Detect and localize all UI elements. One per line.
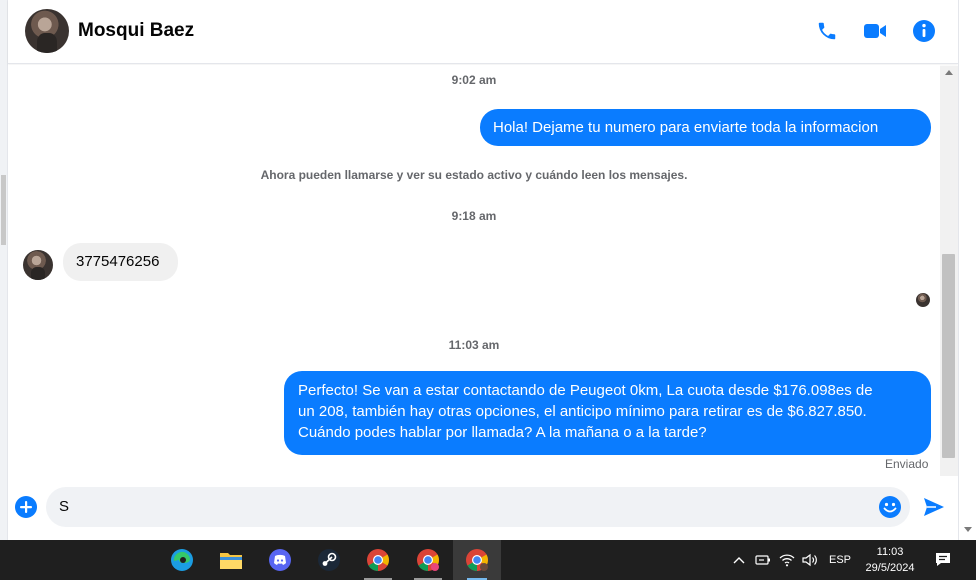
wifi-icon: [779, 554, 795, 567]
taskbar-steam[interactable]: [305, 540, 353, 580]
tray-show-hidden[interactable]: [728, 540, 750, 580]
timestamp: 9:18 am: [451, 209, 497, 223]
speaker-icon: [802, 553, 817, 567]
more-actions-button[interactable]: [15, 496, 37, 518]
chat-header: Mosqui Baez: [8, 0, 958, 64]
taskbar-file-explorer[interactable]: [207, 540, 255, 580]
message-line: Cuándo podes hablar por llamada? A la ma…: [298, 424, 707, 441]
notification-icon: [936, 553, 950, 566]
timestamp: 11:03 am: [448, 338, 500, 352]
chrome-icon: [367, 549, 389, 571]
messenger-window: Mosqui Baez 9:02 am Hola! Dejame tu nume…: [0, 0, 976, 580]
outgoing-message[interactable]: Hola! Dejame tu numero para enviarte tod…: [480, 109, 931, 146]
tray-clock[interactable]: 11:03 29/5/2024: [852, 544, 928, 576]
taskbar-edge[interactable]: [158, 540, 206, 580]
message-line: un 208, también hay otras opciones, el a…: [298, 403, 867, 420]
emoji-icon: [883, 502, 897, 513]
scroll-down-arrow-icon[interactable]: [964, 527, 972, 532]
system-notice: Ahora pueden llamarse y ver su estado ac…: [260, 168, 688, 182]
battery-plug-icon: [755, 555, 770, 565]
send-button[interactable]: [922, 495, 946, 519]
phone-icon: [818, 22, 836, 40]
phone-call-button[interactable]: [814, 18, 840, 44]
contact-avatar[interactable]: [25, 9, 69, 53]
windows-taskbar: ESP 11:03 29/5/2024: [0, 540, 976, 580]
message-list[interactable]: 9:02 am Hola! Dejame tu numero para envi…: [8, 65, 940, 475]
timestamp: 9:02 am: [451, 73, 497, 87]
message-line: Perfecto! Se van a estar contactando de …: [298, 382, 873, 399]
plus-icon: [20, 501, 32, 513]
delivery-status: Enviado: [885, 457, 929, 471]
discord-icon: [269, 549, 291, 571]
message-scrollbar[interactable]: [940, 66, 958, 476]
contact-avatar-small[interactable]: [23, 250, 53, 280]
info-icon: [913, 20, 935, 42]
background-page-edge: [0, 0, 8, 540]
message-input-text: S: [59, 498, 70, 515]
contact-name[interactable]: Mosqui Baez: [78, 20, 194, 42]
video-call-button[interactable]: [862, 18, 888, 44]
taskbar-chrome-1[interactable]: [354, 540, 402, 580]
send-icon: [924, 498, 944, 516]
steam-icon: [318, 549, 340, 571]
tray-notifications[interactable]: [930, 540, 956, 580]
tray-battery[interactable]: [752, 540, 774, 580]
chevron-up-icon: [733, 557, 745, 564]
taskbar-discord[interactable]: [256, 540, 304, 580]
background-scrollbar-thumb[interactable]: [1, 175, 6, 245]
video-icon: [864, 24, 886, 38]
chrome-icon: [417, 549, 439, 571]
chrome-icon: [466, 549, 488, 571]
file-explorer-icon: [220, 553, 242, 569]
tray-volume[interactable]: [799, 540, 821, 580]
edge-icon: [171, 549, 193, 571]
clock-time: 11:03: [876, 546, 904, 558]
message-composer: S: [8, 478, 958, 538]
emoji-button[interactable]: [879, 496, 901, 518]
taskbar-chrome-2[interactable]: [404, 540, 452, 580]
scrollbar-thumb[interactable]: [942, 254, 955, 458]
scroll-up-arrow-icon[interactable]: [945, 70, 953, 75]
tray-wifi[interactable]: [776, 540, 798, 580]
outgoing-message[interactable]: Perfecto! Se van a estar contactando de …: [284, 371, 931, 455]
seen-indicator-avatar: [916, 293, 930, 307]
message-input[interactable]: S: [46, 487, 910, 527]
conversation-info-button[interactable]: [911, 18, 937, 44]
page-scrollbar[interactable]: [958, 0, 976, 540]
incoming-message[interactable]: 3775476256: [63, 243, 178, 281]
clock-date: 29/5/2024: [865, 562, 915, 574]
taskbar-chrome-3[interactable]: [453, 540, 501, 580]
